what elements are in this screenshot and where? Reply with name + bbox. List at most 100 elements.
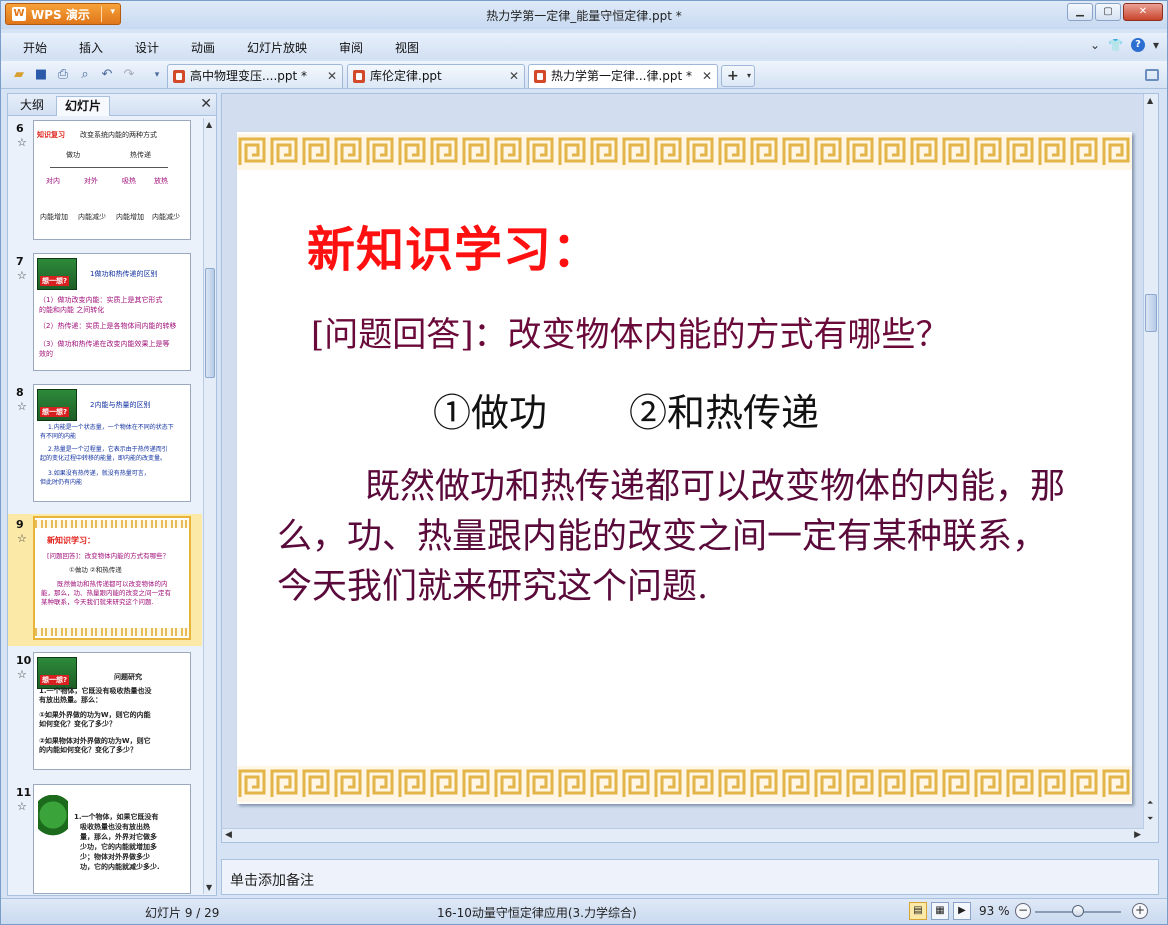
skin-shirt-icon[interactable]: 👕 — [1108, 38, 1123, 52]
scroll-up-icon[interactable]: ▲ — [206, 120, 212, 129]
star-icon: ☆ — [17, 668, 27, 681]
close-tab-icon[interactable]: ✕ — [327, 65, 337, 87]
thumb-title: 新知识学习： — [47, 536, 95, 545]
thumb-line: 既然做功和热传递都可以改变物体的内 — [57, 580, 168, 588]
connector-line — [50, 167, 168, 168]
panel-tabs: 大纲 幻灯片 ✕ — [8, 94, 216, 116]
minimize-button[interactable]: ▁ — [1067, 3, 1093, 21]
thumb-line: 的内能如何变化？变化了多少？ — [39, 746, 137, 754]
thumb-line: 有放出热量。那么： — [39, 696, 102, 704]
print-icon[interactable]: ⎙ — [55, 67, 71, 83]
window-layout-icon[interactable] — [1145, 69, 1159, 81]
thumb-line: 如何变化？变化了多少？ — [39, 720, 116, 728]
doc-tab-1[interactable]: 高中物理变压....ppt * ✕ — [167, 64, 343, 88]
thumb-line: 对外 — [84, 177, 98, 185]
thumb-line: 少；物体对外界做多少 — [80, 853, 150, 861]
scroll-up-icon[interactable]: ▲ — [1147, 96, 1153, 105]
next-slide-icon[interactable]: ⏷ — [1147, 814, 1153, 824]
slide-thumbnail-10[interactable]: 10 ☆ 想一想? 问题研究 1.一个物体，它既没有吸收热量也没 有放出热量。那… — [8, 650, 202, 778]
chevron-down-icon: ▾ — [746, 71, 751, 80]
slide-thumbnail-11[interactable]: 11 ☆ 1.一个物体，如果它既没有 吸收热量也没有放出热 量，那么，外界对它做… — [8, 782, 202, 894]
thumb-title: 问题研究 — [114, 673, 142, 681]
undo-icon[interactable]: ↶ — [99, 67, 115, 83]
zoom-slider-knob[interactable] — [1072, 905, 1084, 917]
open-folder-icon[interactable]: ▰ — [11, 67, 27, 83]
doc-tab-label: 热力学第一定律...律.ppt * — [551, 69, 693, 83]
new-tab-button[interactable]: + ▾ — [721, 65, 755, 87]
current-slide[interactable]: 新知识学习： [问题回答]：改变物体内能的方式有哪些？ ①做功 ②和热传递 既然… — [237, 132, 1132, 804]
window-title: 热力学第一定律_能量守恒定律.ppt * — [486, 9, 682, 23]
chevron-down-icon[interactable]: ⌄ — [1090, 38, 1100, 52]
badge-label: 想一想? — [40, 407, 70, 417]
menu-view[interactable]: 视图 — [395, 39, 419, 56]
close-window-button[interactable]: ✕ — [1123, 3, 1163, 21]
scroll-left-icon[interactable]: ◀ — [225, 830, 232, 840]
zoom-out-button[interactable]: − — [1015, 903, 1031, 919]
help-icon[interactable]: ? — [1130, 38, 1145, 52]
zoom-in-button[interactable]: + — [1132, 903, 1148, 919]
scrollbar-thumb[interactable] — [1145, 294, 1157, 332]
save-icon[interactable]: ■ — [33, 67, 49, 83]
slideshow-view-icon[interactable]: ▶ — [953, 902, 971, 920]
close-tab-icon[interactable]: ✕ — [509, 65, 519, 87]
slide-question[interactable]: [问题回答]：改变物体内能的方式有哪些？ — [311, 307, 950, 356]
scroll-right-icon[interactable]: ▶ — [1134, 830, 1141, 840]
status-bar: 幻灯片 9 / 29 16-10动量守恒定律应用(3.力学综合) ▤ ▦ ▶ 9… — [1, 898, 1167, 924]
thumb-line: 内能增加 — [116, 213, 144, 221]
close-panel-icon[interactable]: ✕ — [200, 96, 212, 112]
menu-review[interactable]: 审阅 — [339, 39, 363, 56]
thumb-line: 功，它的内能就减少多少. — [80, 863, 160, 871]
editor-vertical-scrollbar[interactable]: ▲ ⏶ ⏷ — [1143, 94, 1158, 842]
greek-key-border-top — [237, 134, 1132, 170]
cartoon-character-image — [38, 795, 68, 845]
slide-thumbnail-6[interactable]: 6 ☆ 知识复习 改变系统内能的两种方式 做功 热传递 对内 对外 吸热 放热 … — [8, 118, 202, 248]
slide-sorter-view-icon[interactable]: ▦ — [931, 902, 949, 920]
slide-number: 10 — [16, 654, 32, 667]
tab-slides[interactable]: 幻灯片 — [56, 96, 111, 116]
thumb-line: 1.一个物体，如果它既没有 — [74, 813, 159, 821]
customize-toolbar-icon[interactable]: ▾ — [149, 67, 165, 83]
think-badge-image: 想一想? — [37, 258, 77, 290]
normal-view-icon[interactable]: ▤ — [909, 902, 927, 920]
menu-animation[interactable]: 动画 — [191, 39, 215, 56]
menu-insert[interactable]: 插入 — [79, 39, 103, 56]
scrollbar-thumb[interactable] — [205, 268, 215, 378]
slide-answer-2[interactable]: ②和热传递 — [629, 382, 819, 437]
menu-start[interactable]: 开始 — [23, 39, 47, 56]
prev-slide-icon[interactable]: ⏶ — [1147, 798, 1153, 808]
slide-thumbnail-8[interactable]: 8 ☆ 想一想? 2内能与热量的区别 1.内能是一个状态量，一个物体在不同的状态… — [8, 382, 202, 510]
notes-pane[interactable]: 单击添加备注 — [221, 859, 1159, 895]
scroll-down-icon[interactable]: ▼ — [206, 883, 212, 892]
print-preview-icon[interactable]: ⌕ — [77, 67, 93, 83]
thumbnail-scrollbar[interactable]: ▲ ▼ — [203, 118, 216, 894]
doc-tab-3-active[interactable]: 热力学第一定律...律.ppt * ✕ — [528, 64, 718, 88]
ppt-file-icon — [173, 70, 185, 83]
slide-preview: 想一想? 2内能与热量的区别 1.内能是一个状态量，一个物体在不同的状态下 有不… — [33, 384, 191, 502]
thumb-line: 放热 — [154, 177, 168, 185]
wps-presentation-window: W WPS 演示 ▾ 热力学第一定律_能量守恒定律.ppt * ▁ ▢ ✕ 开始… — [0, 0, 1168, 925]
star-icon: ☆ — [17, 800, 27, 813]
thumb-line: 1.内能是一个状态量，一个物体在不同的状态下 — [48, 424, 174, 431]
maximize-button[interactable]: ▢ — [1095, 3, 1121, 21]
thumb-line: 有不同的内能 — [40, 433, 77, 440]
border-pattern — [237, 766, 1132, 802]
thumb-line: 吸收热量也没有放出热 — [80, 823, 150, 831]
tab-outline[interactable]: 大纲 — [12, 96, 52, 116]
slide-answer-1[interactable]: ①做功 — [433, 382, 547, 437]
doc-tab-2[interactable]: 库伦定律.ppt ✕ — [347, 64, 525, 88]
zoom-level: 93 % — [979, 904, 1010, 918]
menu-design[interactable]: 设计 — [135, 39, 159, 56]
slide-body-text[interactable]: 既然做功和热传递都可以改变物体的内能，那么，功、热量跟内能的改变之间一定有某种联… — [277, 462, 1077, 612]
slide-thumbnail-9[interactable]: 9 ☆ 新知识学习： [问题回答]：改变物体内能的方式有哪些？ ①做功 ②和热传… — [8, 514, 202, 646]
border-pattern — [237, 134, 1132, 170]
slide-thumbnail-7[interactable]: 7 ☆ 想一想? 1做功和热传递的区别 （1）做功改变内能：实质上是其它形式 的… — [8, 251, 202, 379]
thumb-line: 量，那么，外界对它做多 — [80, 833, 157, 841]
redo-icon[interactable]: ↷ — [121, 67, 137, 83]
star-icon: ☆ — [17, 269, 27, 282]
slide-heading[interactable]: 新知识学习： — [307, 210, 601, 280]
editor-horizontal-scrollbar[interactable]: ◀ ▶ — [222, 828, 1144, 842]
close-tab-icon[interactable]: ✕ — [702, 65, 712, 87]
chevron-down-icon[interactable]: ▾ — [1153, 38, 1159, 52]
menu-slideshow[interactable]: 幻灯片放映 — [247, 39, 307, 56]
doc-tab-label: 高中物理变压....ppt * — [190, 69, 308, 83]
